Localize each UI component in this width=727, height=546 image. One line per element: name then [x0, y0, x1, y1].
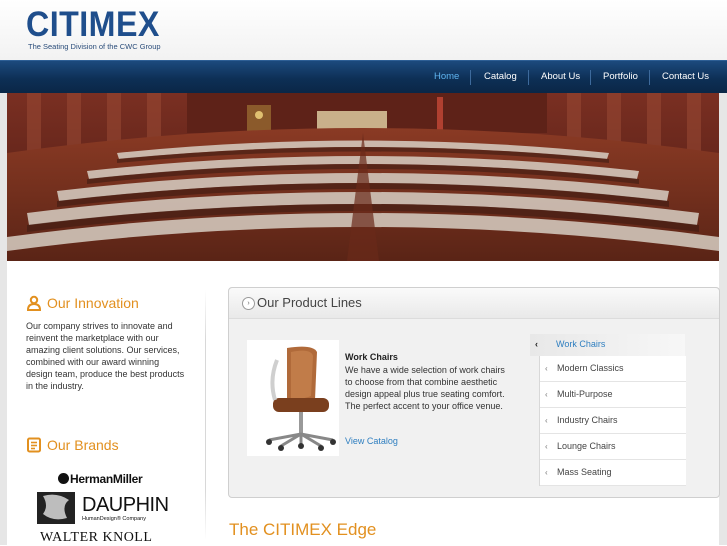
arrow-circle-icon: ›	[242, 297, 255, 310]
chevron-left-icon: ‹	[545, 442, 548, 451]
person-icon	[26, 295, 42, 311]
chevron-left-icon: ‹	[545, 468, 548, 477]
brands-heading: Our Brands	[26, 437, 186, 453]
logo-wordmark: CITIMEX	[26, 5, 160, 44]
tab-label: Mass Seating	[557, 467, 612, 477]
brand-logo-walter-knoll[interactable]: WALTER KNOLL	[40, 530, 152, 546]
chevron-left-icon: ‹	[545, 416, 548, 425]
site-logo[interactable]: CITIMEX The Seating Division of the CWC …	[26, 5, 171, 52]
main-nav: Home Catalog About Us Portfolio Contact …	[0, 60, 727, 94]
innovation-text: Our company strives to innovate and rein…	[26, 321, 185, 391]
brand-hermanmiller-label: HermanMiller	[70, 472, 143, 486]
tab-label: Lounge Chairs	[557, 441, 616, 451]
nav-contact-us[interactable]: Contact Us	[662, 61, 709, 94]
nav-separator	[470, 70, 471, 85]
nav-home[interactable]: Home	[434, 61, 459, 94]
brand-logo-dauphin[interactable]: DAUPHIN	[82, 494, 169, 517]
brands-title: Our Brands	[47, 437, 119, 453]
tab-multi-purpose[interactable]: ‹ Multi-Purpose	[540, 382, 686, 408]
tab-label: Work Chairs	[556, 339, 606, 349]
tab-label: Modern Classics	[557, 363, 624, 373]
nav-catalog[interactable]: Catalog	[484, 61, 517, 94]
tab-industry-chairs[interactable]: ‹ Industry Chairs	[540, 408, 686, 434]
nav-separator	[528, 70, 529, 85]
view-catalog-link[interactable]: View Catalog	[345, 436, 398, 446]
page-shadow-left	[0, 93, 7, 545]
nav-portfolio[interactable]: Portfolio	[603, 61, 638, 94]
hermanmiller-mark-icon	[58, 473, 69, 484]
innovation-heading: Our Innovation	[26, 295, 186, 311]
dauphin-logo-mark	[37, 492, 75, 524]
tab-work-chairs[interactable]: ‹ Work Chairs	[530, 334, 685, 356]
work-chair-image[interactable]	[247, 340, 339, 456]
nav-about-us[interactable]: About Us	[541, 61, 580, 94]
tab-modern-classics[interactable]: ‹ Modern Classics	[540, 356, 686, 382]
featured-product-name: Work Chairs	[345, 352, 398, 362]
tab-lounge-chairs[interactable]: ‹ Lounge Chairs	[540, 434, 686, 460]
page-shadow-right	[719, 93, 727, 545]
tab-mass-seating[interactable]: ‹ Mass Seating	[540, 460, 686, 486]
brands-section: Our Brands	[26, 437, 186, 453]
hero-auditorium-image	[7, 93, 719, 261]
header: CITIMEX The Seating Division of the CWC …	[0, 0, 727, 60]
nav-separator	[649, 70, 650, 85]
column-divider	[205, 290, 206, 540]
innovation-title: Our Innovation	[47, 295, 139, 311]
chevron-left-icon: ‹	[535, 339, 538, 349]
tab-list: ‹ Modern Classics ‹ Multi-Purpose ‹ Indu…	[539, 356, 686, 486]
product-lines-header: › Our Product Lines	[229, 288, 719, 319]
brand-dauphin-subtitle: HumanDesign® Company	[82, 516, 146, 522]
brand-logo-hermanmiller[interactable]: HermanMiller	[58, 472, 143, 486]
chevron-left-icon: ‹	[545, 390, 548, 399]
tab-label: Multi-Purpose	[557, 389, 613, 399]
innovation-section: Our Innovation Our company strives to in…	[26, 295, 186, 392]
chevron-left-icon: ‹	[545, 364, 548, 373]
featured-product-description: We have a wide selection of work chairs …	[345, 365, 505, 411]
nav-separator	[590, 70, 591, 85]
citimex-edge-heading: The CITIMEX Edge	[229, 520, 377, 539]
tab-label: Industry Chairs	[557, 415, 618, 425]
product-lines-title: Our Product Lines	[257, 295, 362, 310]
document-icon	[27, 437, 41, 453]
